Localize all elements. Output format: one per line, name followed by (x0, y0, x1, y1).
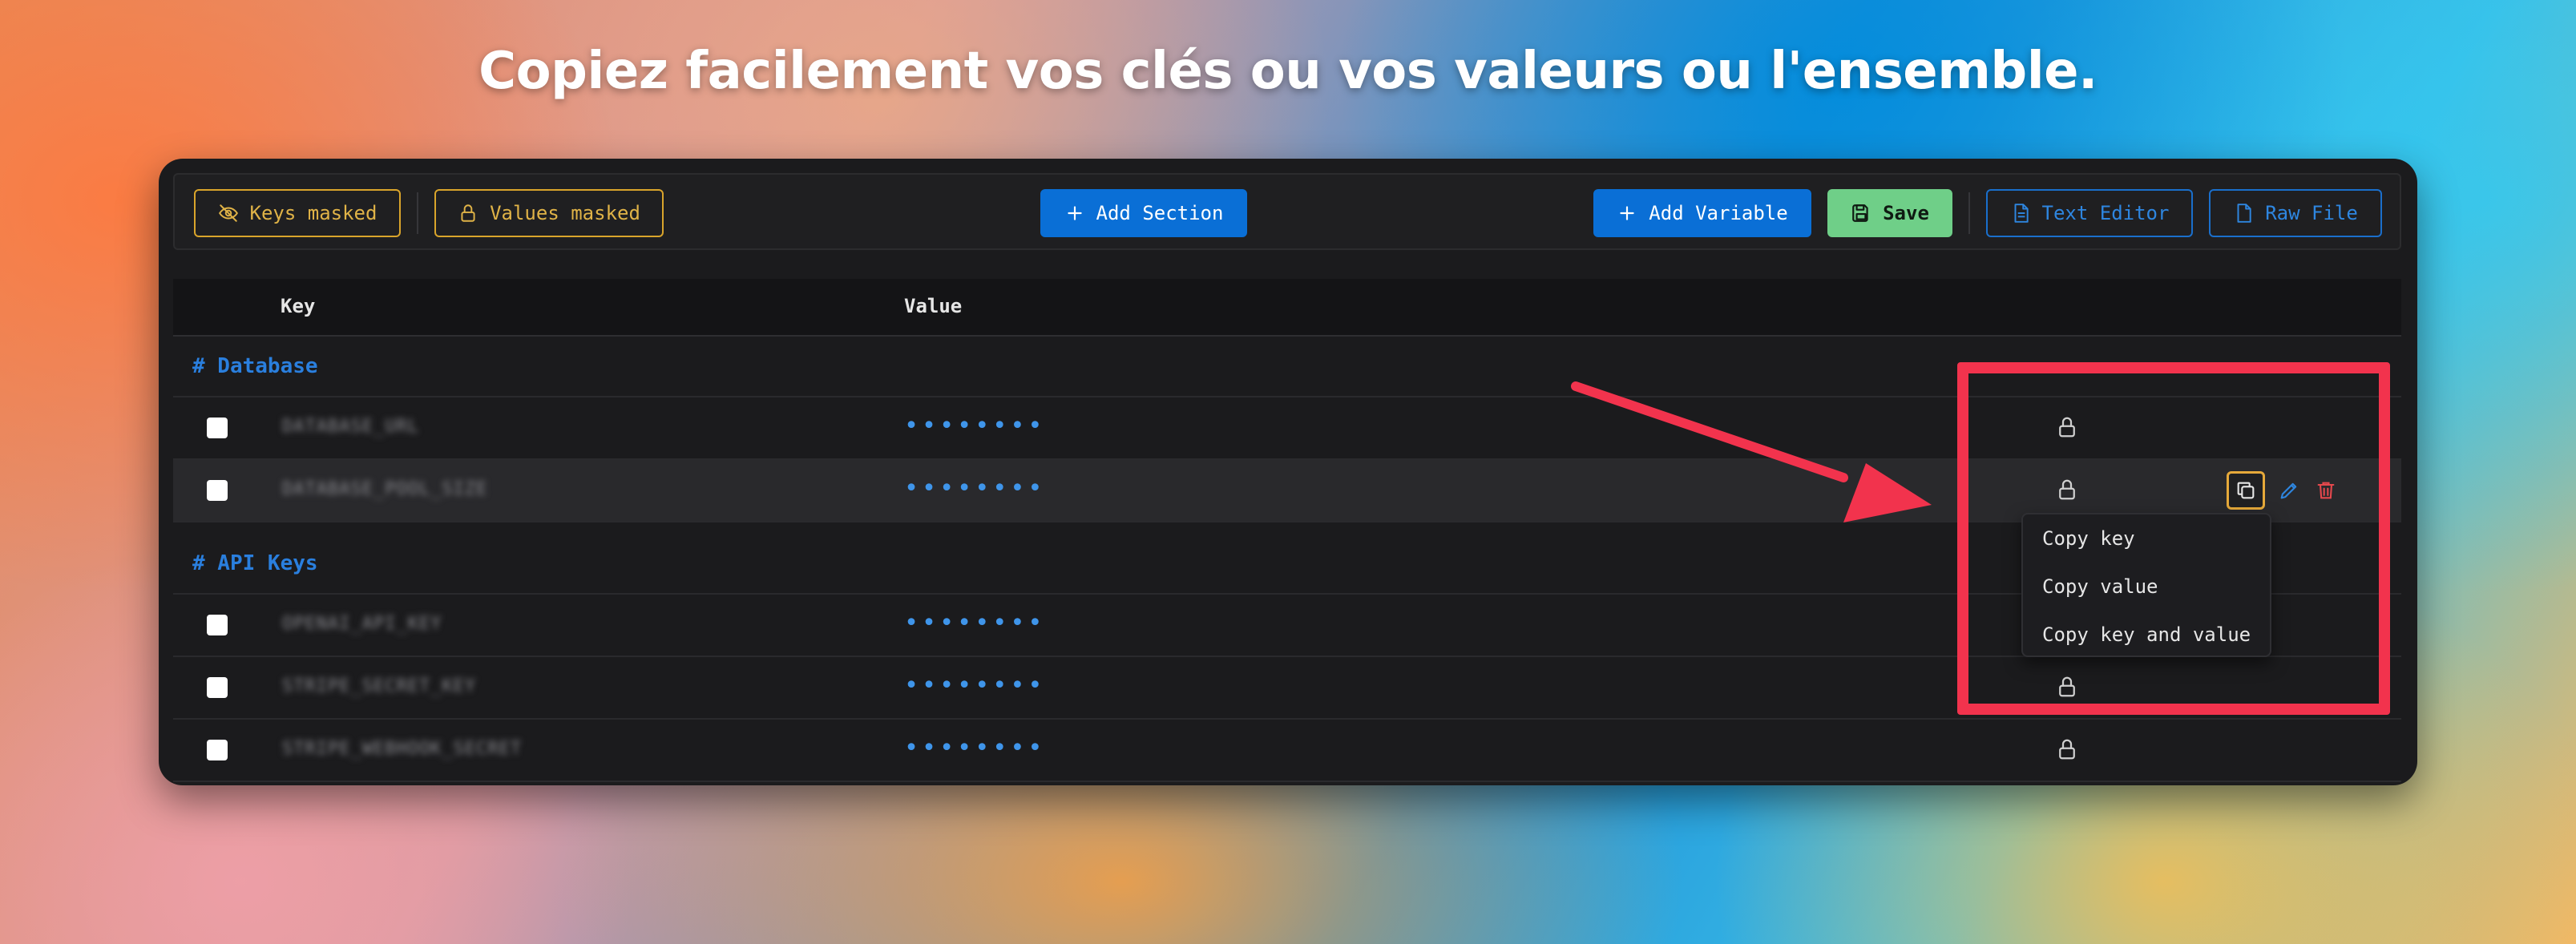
annotation-arrow (1571, 381, 1932, 522)
